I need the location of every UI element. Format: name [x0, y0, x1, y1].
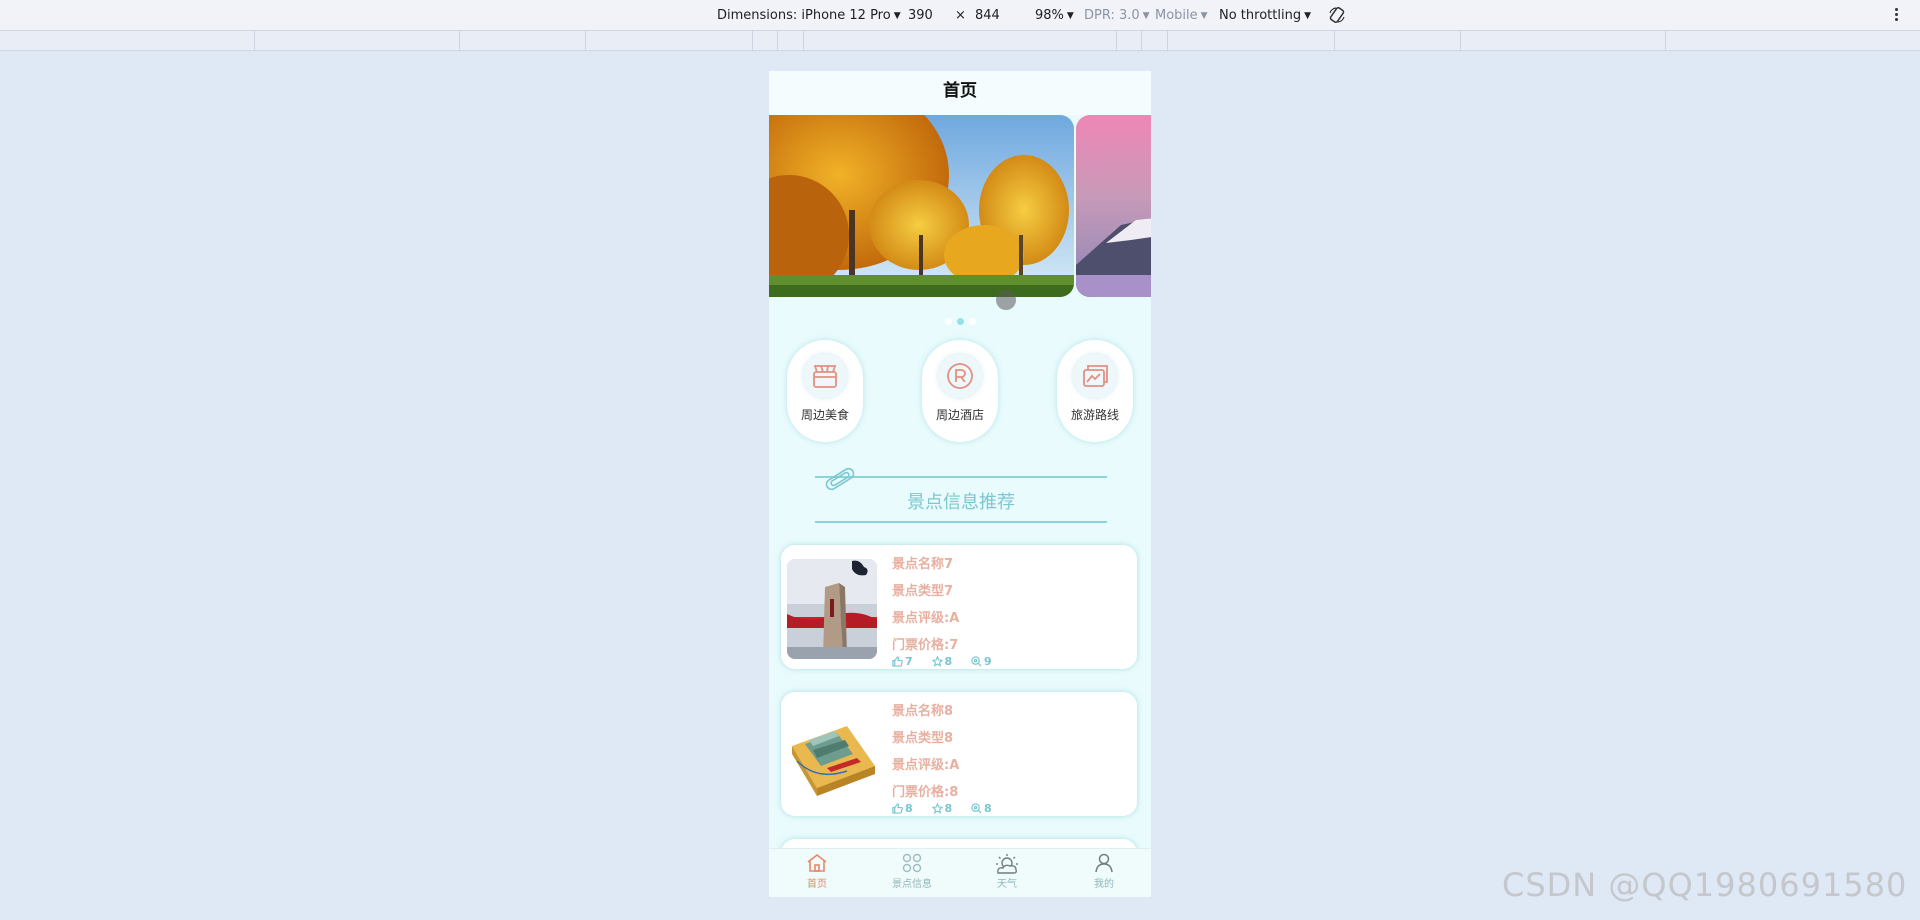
- view-icon: [971, 803, 982, 814]
- favorite-count-value: 8: [944, 802, 953, 815]
- view-count[interactable]: 8: [971, 802, 992, 815]
- quick-nav-route[interactable]: 旅游路线: [1057, 340, 1133, 442]
- media-query-ruler: [0, 31, 1920, 51]
- chevron-down-icon: ▼: [1066, 11, 1074, 21]
- quick-nav-route-label: 旅游路线: [1070, 408, 1119, 422]
- carousel-dot[interactable]: [969, 318, 976, 325]
- view-count-value: 8: [984, 802, 992, 815]
- phone-viewport: 首页 周边美食 周边酒店 旅游路线 景点信息推荐 景点名称7 景点类型7 景点评…: [769, 71, 1151, 897]
- touch-cursor: [996, 290, 1016, 310]
- tab-spot-info[interactable]: 景点信息: [882, 853, 942, 890]
- tab-home-label: 首页: [807, 879, 827, 890]
- view-count[interactable]: 9: [971, 655, 992, 668]
- view-count-value: 9: [984, 655, 992, 668]
- paperclip-icon: [825, 468, 855, 490]
- tab-weather-label: 天气: [997, 879, 1017, 890]
- user-icon: [1074, 853, 1134, 875]
- watermark: CSDN @QQ1980691580: [1502, 866, 1908, 904]
- device-select-label: Dimensions: iPhone 12 Pro: [717, 8, 891, 23]
- autumn-trees-image: [769, 115, 1074, 297]
- times-sign: ×: [955, 8, 966, 23]
- quick-nav-hotel-label: 周边酒店: [935, 408, 984, 422]
- thumbs-up-icon: [892, 803, 903, 814]
- spot-rating: 景点评级:A: [892, 758, 960, 773]
- throttling-select[interactable]: No throttling ▼: [1219, 8, 1311, 23]
- spot-name: 景点名称7: [892, 557, 954, 572]
- bottom-tab-bar: 首页 景点信息 天气 我的: [769, 848, 1151, 897]
- banner-carousel[interactable]: [769, 115, 1151, 299]
- tab-home[interactable]: 首页: [787, 853, 847, 890]
- carousel-dot[interactable]: [945, 318, 952, 325]
- favorite-count[interactable]: 8: [931, 802, 953, 815]
- like-count[interactable]: 7: [892, 655, 913, 668]
- divider-line: [815, 521, 1107, 523]
- spot-type: 景点类型7: [892, 584, 954, 599]
- spot-rating: 景点评级:A: [892, 611, 960, 626]
- chevron-down-icon: ▼: [893, 11, 901, 21]
- spot-card[interactable]: 景点名称7 景点类型7 景点评级:A 门票价格:7 7 8 9: [781, 545, 1137, 669]
- spot-stats: 7 8 9: [892, 655, 1007, 668]
- favorite-count-value: 8: [944, 655, 953, 668]
- zoom-label: 98%: [1035, 8, 1064, 23]
- grid-icon: [882, 853, 942, 875]
- tab-mine[interactable]: 我的: [1074, 853, 1134, 890]
- hotel-icon: [938, 354, 982, 398]
- food-icon: [803, 354, 847, 398]
- section-title-text: 景点信息推荐: [907, 492, 1015, 513]
- device-select[interactable]: Dimensions: iPhone 12 Pro ▼: [717, 8, 901, 23]
- zoom-select[interactable]: 98% ▼: [1035, 8, 1074, 23]
- chevron-down-icon: ▼: [1304, 11, 1311, 21]
- dpr-select[interactable]: DPR: 3.0 ▼: [1084, 8, 1150, 23]
- spot-thumbnail: [787, 559, 877, 659]
- quick-nav: 周边美食 周边酒店 旅游路线: [769, 340, 1151, 444]
- carousel-dot-active[interactable]: [957, 318, 964, 325]
- spot-stats: 8 8 8: [892, 802, 1007, 815]
- section-title: 景点信息推荐: [815, 468, 1107, 528]
- devtools-toolbar: Dimensions: iPhone 12 Pro ▼ 390 × 844 98%…: [0, 0, 1920, 31]
- tab-spot-info-label: 景点信息: [892, 879, 932, 890]
- carousel-slide-mountain-sunset[interactable]: [1076, 115, 1151, 297]
- spot-thumbnail: [787, 706, 877, 806]
- route-icon: [1073, 354, 1117, 398]
- spot-name: 景点名称8: [892, 704, 954, 719]
- mode-label: Mobile: [1155, 8, 1198, 23]
- chevron-down-icon: ▼: [1200, 11, 1208, 21]
- height-input[interactable]: 844: [975, 8, 1000, 23]
- quick-nav-hotel[interactable]: 周边酒店: [922, 340, 998, 442]
- rotate-icon[interactable]: [1328, 6, 1346, 24]
- star-icon: [931, 802, 943, 814]
- more-options-icon[interactable]: [1893, 6, 1899, 24]
- carousel-indicator: [945, 310, 981, 329]
- spot-info: 景点名称7 景点类型7 景点评级:A 门票价格:7: [892, 551, 959, 659]
- spot-info: 景点名称8 景点类型8 景点评级:A 门票价格:8: [892, 698, 959, 806]
- quick-nav-food-label: 周边美食: [800, 408, 849, 422]
- throttling-label: No throttling: [1219, 8, 1302, 23]
- width-input[interactable]: 390: [908, 8, 933, 23]
- spot-card[interactable]: 景点名称8 景点类型8 景点评级:A 门票价格:8 8 8 8: [781, 692, 1137, 816]
- mountain-sunset-image: [1076, 115, 1151, 297]
- thumbs-up-icon: [892, 656, 903, 667]
- divider-line: [815, 476, 1107, 478]
- like-count-value: 7: [905, 655, 913, 668]
- mode-select[interactable]: Mobile ▼: [1155, 8, 1208, 23]
- view-icon: [971, 656, 982, 667]
- tab-mine-label: 我的: [1094, 879, 1114, 890]
- carousel-slide-autumn-trees[interactable]: [769, 115, 1074, 297]
- tab-weather[interactable]: 天气: [977, 853, 1037, 890]
- like-count-value: 8: [905, 802, 913, 815]
- star-icon: [931, 655, 943, 667]
- dpr-label: DPR: 3.0: [1084, 8, 1140, 23]
- favorite-count[interactable]: 8: [931, 655, 953, 668]
- home-icon: [787, 853, 847, 875]
- like-count[interactable]: 8: [892, 802, 913, 815]
- quick-nav-food[interactable]: 周边美食: [787, 340, 863, 442]
- weather-icon: [977, 853, 1037, 875]
- spot-type: 景点类型8: [892, 731, 954, 746]
- page-title: 首页: [769, 71, 1151, 115]
- chevron-down-icon: ▼: [1142, 11, 1150, 21]
